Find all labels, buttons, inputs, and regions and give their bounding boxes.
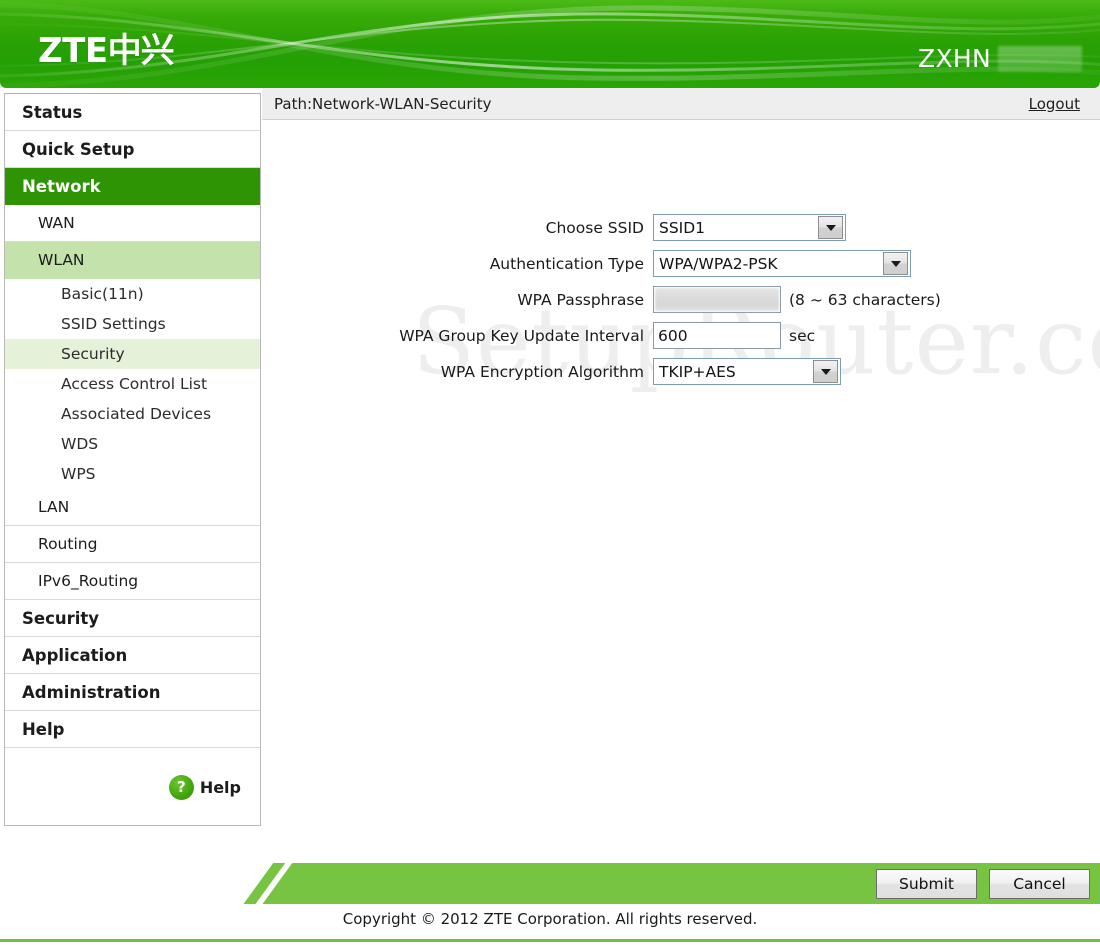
page-footer: Submit Cancel Copyright © 2012 ZTE Corpo… <box>0 858 1100 945</box>
sidebar-item-label: Security <box>61 345 125 363</box>
wpa-passphrase-redacted-overlay <box>655 288 779 311</box>
sidebar-item-label: Associated Devices <box>61 405 212 423</box>
authentication-type-label: Authentication Type <box>489 254 644 273</box>
help-button[interactable]: ? Help <box>168 774 241 800</box>
sidebar-item-routing[interactable]: Routing <box>5 526 260 563</box>
sidebar-item-basic-11n[interactable]: Basic(11n) <box>5 279 260 309</box>
footer-bottom-rule <box>0 939 1100 942</box>
wpa-passphrase-label: WPA Passphrase <box>517 290 644 309</box>
form-row-choose-ssid: Choose SSID SSID1 <box>262 213 1100 242</box>
sidebar-item-label: WDS <box>61 435 99 453</box>
wpa-passphrase-control: (8 ~ 63 characters) <box>653 286 941 313</box>
sidebar-item-label: Status <box>22 103 83 122</box>
form-row-wpa-passphrase: WPA Passphrase (8 ~ 63 characters) <box>262 285 1100 314</box>
sidebar-item-application[interactable]: Application <box>5 637 260 674</box>
sidebar-item-ipv6-routing[interactable]: IPv6_Routing <box>5 563 260 600</box>
authentication-type-control: WPA/WPA2-PSK <box>653 250 911 277</box>
form-row-authentication-type: Authentication Type WPA/WPA2-PSK <box>262 249 1100 278</box>
sidebar-item-label: WAN <box>38 214 75 232</box>
authentication-type-select[interactable]: WPA/WPA2-PSK <box>653 250 911 277</box>
sidebar-item-label: Network <box>22 177 101 196</box>
authentication-type-value: WPA/WPA2-PSK <box>659 254 778 273</box>
model-text: ZXHN <box>918 44 991 73</box>
wpa-passphrase-hint: (8 ~ 63 characters) <box>789 290 941 309</box>
logo-latin: ZTE <box>38 31 108 71</box>
wpa-encryption-algorithm-select[interactable]: TKIP+AES <box>653 358 841 385</box>
sidebar-item-label: Basic(11n) <box>61 285 144 303</box>
sidebar-item-ssid-settings[interactable]: SSID Settings <box>5 309 260 339</box>
sidebar-navigation: Status Quick Setup Network WAN WLAN Basic(11n… <box>4 93 261 826</box>
chevron-down-icon[interactable] <box>813 360 838 383</box>
sidebar-item-wlan[interactable]: WLAN <box>5 242 260 279</box>
sidebar-item-lan[interactable]: LAN <box>5 489 260 526</box>
router-admin-page: ZTE中兴 ZXHN Status Quick Setup Network WAN WL… <box>0 0 1100 945</box>
breadcrumb: Path:Network-WLAN-Security <box>274 94 492 113</box>
sidebar-item-administration[interactable]: Administration <box>5 674 260 711</box>
action-buttons: Submit Cancel <box>876 869 1090 899</box>
sidebar-item-status[interactable]: Status <box>5 94 260 131</box>
wpa-encryption-algorithm-label: WPA Encryption Algorithm <box>440 362 644 381</box>
sidebar-item-label: WPS <box>61 465 96 483</box>
wpa-encryption-algorithm-control: TKIP+AES <box>653 358 841 385</box>
wpa-group-key-update-interval-control: sec <box>653 322 815 349</box>
logout-link[interactable]: Logout <box>1029 95 1080 113</box>
sidebar-item-wps[interactable]: WPS <box>5 459 260 489</box>
sidebar-item-associated-devices[interactable]: Associated Devices <box>5 399 260 429</box>
sidebar-item-label: IPv6_Routing <box>38 572 139 590</box>
sidebar-item-access-control-list[interactable]: Access Control List <box>5 369 260 399</box>
nav-list: Status Quick Setup Network WAN WLAN Basic(11n… <box>5 94 260 748</box>
sidebar-item-label: Access Control List <box>61 375 208 393</box>
page-header: ZTE中兴 ZXHN <box>0 0 1100 88</box>
sidebar-item-label: Administration <box>22 683 161 702</box>
sidebar-help-zone: ? Help <box>5 749 260 825</box>
model-redacted-box <box>998 45 1082 72</box>
copyright-text: Copyright © 2012 ZTE Corporation. All ri… <box>342 910 758 928</box>
logo-chinese: 中兴 <box>107 31 175 71</box>
sidebar-item-label: Routing <box>38 535 98 553</box>
sidebar-item-label: Security <box>22 609 100 628</box>
sidebar-item-label: LAN <box>38 498 70 516</box>
choose-ssid-label: Choose SSID <box>545 218 644 237</box>
sidebar-item-help[interactable]: Help <box>5 711 260 748</box>
sidebar-item-label: WLAN <box>38 251 85 269</box>
sidebar-item-label: SSID Settings <box>61 315 166 333</box>
form-row-wpa-encryption-algorithm: WPA Encryption Algorithm TKIP+AES <box>262 357 1100 386</box>
question-mark-circle-icon: ? <box>168 774 194 800</box>
choose-ssid-select[interactable]: SSID1 <box>653 214 846 241</box>
wpa-passphrase-input[interactable] <box>653 286 781 313</box>
content-area: SetupRouter.co Choose SSID SSID1 <box>262 120 1100 857</box>
wpa-encryption-algorithm-value: TKIP+AES <box>659 362 736 381</box>
sidebar-item-security[interactable]: Security <box>5 339 260 369</box>
sidebar-item-security[interactable]: Security <box>5 600 260 637</box>
page-body: Status Quick Setup Network WAN WLAN Basic(11n… <box>0 88 1100 858</box>
device-model: ZXHN <box>918 44 1082 73</box>
chevron-down-icon[interactable] <box>883 252 908 275</box>
cancel-button[interactable]: Cancel <box>989 869 1090 899</box>
wpa-group-key-update-interval-input[interactable] <box>653 322 781 349</box>
submit-button[interactable]: Submit <box>876 869 977 899</box>
choose-ssid-control: SSID1 <box>653 214 846 241</box>
wpa-group-key-update-interval-unit: sec <box>789 326 816 345</box>
sidebar-item-wan[interactable]: WAN <box>5 205 260 242</box>
chevron-down-icon[interactable] <box>818 216 843 239</box>
sidebar-item-wds[interactable]: WDS <box>5 429 260 459</box>
sidebar-item-quick-setup[interactable]: Quick Setup <box>5 131 260 168</box>
sidebar-item-label: Help <box>22 720 65 739</box>
choose-ssid-value: SSID1 <box>659 218 706 237</box>
form-row-wpa-group-key-update-interval: WPA Group Key Update Interval sec <box>262 321 1100 350</box>
path-bar: Path:Network-WLAN-Security Logout <box>262 88 1100 120</box>
help-button-label: Help <box>199 777 241 797</box>
sidebar-item-label: Quick Setup <box>22 140 135 159</box>
action-bar: Submit Cancel <box>234 863 1100 904</box>
wlan-security-form: Choose SSID SSID1 Authentication Type WP… <box>262 213 1100 393</box>
main-panel: Path:Network-WLAN-Security Logout SetupR… <box>262 88 1100 858</box>
sidebar-item-label: Application <box>22 646 128 665</box>
zte-logo: ZTE中兴 <box>38 23 175 72</box>
sidebar-item-network[interactable]: Network <box>5 168 260 205</box>
wpa-group-key-update-interval-label: WPA Group Key Update Interval <box>399 326 644 345</box>
